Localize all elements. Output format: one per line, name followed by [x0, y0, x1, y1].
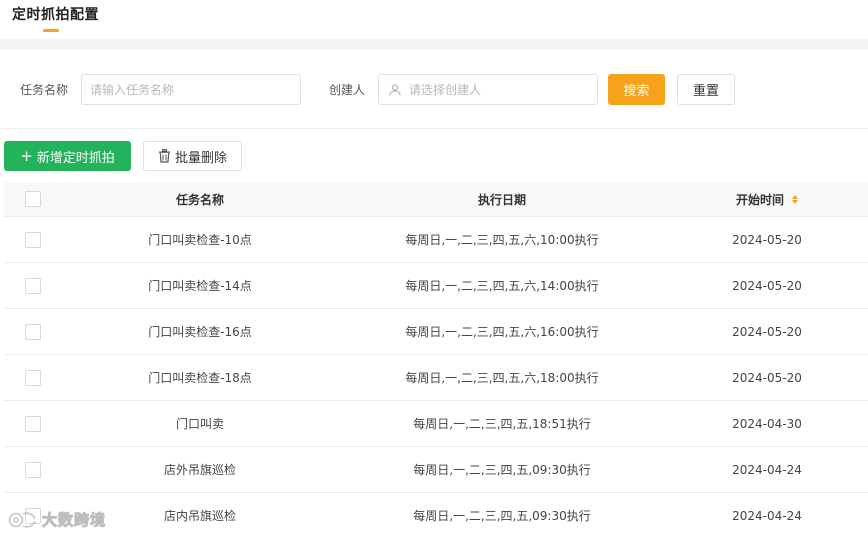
watermark-logo-icon — [8, 512, 36, 528]
plus-icon: + — [20, 146, 33, 165]
row-checkbox-cell — [4, 309, 62, 354]
header-separator — [0, 39, 868, 50]
table-row[interactable]: 门口叫卖检查-18点 每周日,一,二,三,四,五,六,18:00执行 2024-… — [4, 355, 868, 401]
user-icon — [389, 84, 401, 96]
creator-label: 创建人 — [329, 83, 366, 97]
table-row[interactable]: 门口叫卖检查-10点 每周日,一,二,三,四,五,六,10:00执行 2024-… — [4, 217, 868, 263]
task-table: 任务名称 执行日期 开始时间 门口叫卖检查-10点 每周日,一,二,三,四,五,… — [4, 182, 868, 536]
row-start-time: 2024-05-20 — [732, 370, 802, 385]
trash-icon — [158, 149, 170, 163]
task-name-label: 任务名称 — [20, 83, 69, 97]
row-exec-date: 每周日,一,二,三,四,五,09:30执行 — [413, 509, 591, 523]
row-task-name: 店外吊旗巡检 — [163, 463, 236, 477]
add-scheduled-capture-button[interactable]: + 新增定时抓拍 — [4, 141, 131, 171]
row-start-time: 2024-05-20 — [732, 324, 802, 339]
row-checkbox-cell — [4, 401, 62, 446]
column-header-time-label: 开始时间 — [735, 192, 784, 207]
page: 定时抓拍配置 任务名称 创建人 搜索 重置 + 新增定时抓拍 — [0, 0, 868, 536]
table-header: 任务名称 执行日期 开始时间 — [4, 182, 868, 217]
search-button[interactable]: 搜索 — [608, 74, 665, 105]
row-checkbox[interactable] — [25, 461, 41, 478]
task-name-input[interactable] — [82, 75, 300, 104]
row-task-name: 门口叫卖检查-10点 — [148, 233, 252, 247]
row-checkbox-cell — [4, 355, 62, 400]
row-task-name: 门口叫卖检查-18点 — [148, 371, 252, 385]
row-exec-date: 每周日,一,二,三,四,五,六,10:00执行 — [405, 233, 599, 247]
tab-active-indicator — [43, 29, 59, 32]
row-start-time: 2024-04-30 — [732, 416, 802, 431]
table-row[interactable]: 店外吊旗巡检 每周日,一,二,三,四,五,09:30执行 2024-04-24 — [4, 447, 868, 493]
form-divider — [0, 128, 868, 129]
row-checkbox[interactable] — [25, 231, 41, 248]
row-exec-date: 每周日,一,二,三,四,五,六,18:00执行 — [405, 371, 599, 385]
watermark-text: 大数跨境 — [41, 510, 107, 529]
row-start-time: 2024-04-24 — [732, 508, 802, 523]
task-name-input-wrapper — [81, 74, 301, 105]
row-exec-date: 每周日,一,二,三,四,五,六,14:00执行 — [405, 279, 599, 293]
row-start-time: 2024-04-24 — [732, 462, 802, 477]
reset-button[interactable]: 重置 — [677, 74, 735, 105]
row-exec-date: 每周日,一,二,三,四,五,六,16:00执行 — [405, 325, 599, 339]
row-task-name: 门口叫卖检查-14点 — [148, 279, 252, 293]
row-checkbox[interactable] — [25, 323, 41, 340]
tab-scheduled-capture[interactable]: 定时抓拍配置 — [12, 4, 99, 24]
row-exec-date: 每周日,一,二,三,四,五,18:51执行 — [413, 417, 591, 431]
batch-delete-button[interactable]: 批量删除 — [143, 141, 242, 171]
search-form: 任务名称 创建人 搜索 重置 — [0, 50, 868, 128]
row-checkbox-cell — [4, 263, 62, 308]
column-header-name: 任务名称 — [175, 192, 224, 207]
table-row[interactable]: 门口叫卖 每周日,一,二,三,四,五,18:51执行 2024-04-30 — [4, 401, 868, 447]
row-start-time: 2024-05-20 — [732, 278, 802, 293]
tab-bar: 定时抓拍配置 — [0, 0, 868, 39]
row-task-name: 门口叫卖检查-16点 — [148, 325, 252, 339]
creator-select[interactable] — [379, 75, 597, 104]
column-header-date: 执行日期 — [477, 192, 526, 207]
row-checkbox-cell — [4, 447, 62, 492]
add-button-label: 新增定时抓拍 — [36, 150, 115, 166]
table-row[interactable]: 店内吊旗巡检 每周日,一,二,三,四,五,09:30执行 2024-04-24 — [4, 493, 868, 536]
row-exec-date: 每周日,一,二,三,四,五,09:30执行 — [413, 463, 591, 477]
creator-select-wrapper — [378, 74, 598, 105]
row-checkbox[interactable] — [25, 277, 41, 294]
table-row[interactable]: 门口叫卖检查-16点 每周日,一,二,三,四,五,六,16:00执行 2024-… — [4, 309, 868, 355]
select-all-checkbox[interactable] — [25, 191, 41, 207]
header-checkbox-cell — [4, 182, 62, 216]
row-checkbox[interactable] — [25, 369, 41, 386]
watermark: 大数跨境 — [8, 506, 106, 532]
batch-delete-label: 批量删除 — [174, 150, 227, 166]
sort-icon[interactable] — [792, 194, 798, 204]
row-checkbox-cell — [4, 217, 62, 262]
table-row[interactable]: 门口叫卖检查-14点 每周日,一,二,三,四,五,六,14:00执行 2024-… — [4, 263, 868, 309]
row-task-name: 门口叫卖 — [175, 417, 224, 431]
row-checkbox[interactable] — [25, 415, 41, 432]
column-header-time[interactable]: 开始时间 — [666, 182, 868, 216]
row-start-time: 2024-05-20 — [732, 232, 802, 247]
